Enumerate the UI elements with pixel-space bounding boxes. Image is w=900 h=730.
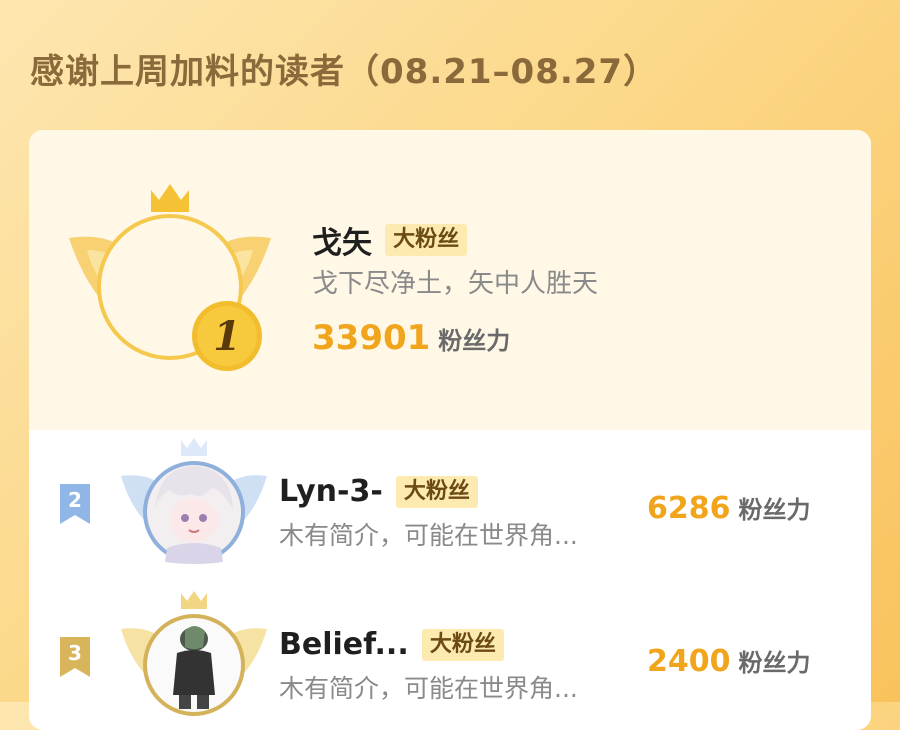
first-place-score-line: 33901 粉丝力: [312, 318, 510, 358]
ranking-row-2[interactable]: 2 Lyn-3- 大粉丝 木有简介，可能在世界角... 6286 粉丝力: [29, 432, 871, 582]
first-place-name-line: 戈矢 大粉丝: [312, 218, 468, 262]
rank-2-score-unit: 粉丝力: [738, 496, 811, 524]
first-place-name[interactable]: 戈矢: [312, 226, 372, 261]
rank-3-score-line: 2400 粉丝力: [647, 643, 811, 679]
first-place-badge: 大粉丝: [385, 224, 468, 256]
rank-3-name[interactable]: Belief...: [279, 627, 409, 662]
page-title: 感谢上周加料的读者（08.21–08.27）: [30, 52, 659, 92]
rank-3-badge: 大粉丝: [421, 628, 504, 661]
rank-3-score-unit: 粉丝力: [738, 649, 811, 677]
rank-2-score: 6286: [647, 491, 731, 526]
rank-2-name-line: Lyn-3- 大粉丝: [279, 474, 478, 509]
rank-3-number: 3: [68, 641, 82, 665]
first-place-signature: 戈下尽净土，矢中人胜天: [312, 269, 599, 299]
first-place-avatar-frame[interactable]: 1: [67, 180, 277, 380]
ranking-row-3[interactable]: 3 Belief... 大粉丝 木有简介，可能在世界角... 2400 粉丝力: [29, 585, 871, 730]
rank-3-avatar-wrap[interactable]: [119, 591, 269, 730]
crown-icon: [181, 438, 207, 456]
first-place-score: 33901: [312, 318, 431, 358]
rank-1-number: 1: [213, 313, 241, 360]
rank-2-avatar-wrap[interactable]: [119, 438, 269, 578]
rank-2-ribbon: 2: [60, 484, 90, 524]
rank-2-signature: 木有简介，可能在世界角...: [279, 521, 578, 550]
rank-3-score: 2400: [647, 644, 731, 679]
first-place-score-unit: 粉丝力: [438, 327, 511, 355]
rank-3-name-line: Belief... 大粉丝: [279, 627, 504, 662]
rank-3-signature: 木有简介，可能在世界角...: [279, 674, 578, 703]
ranking-card: 1 戈矢 大粉丝 戈下尽净土，矢中人胜天 33901 粉丝力 2 Lyn-3- …: [29, 130, 871, 730]
rank-3-ribbon: 3: [60, 637, 90, 677]
crown-icon: [181, 591, 207, 609]
rank-2-name[interactable]: Lyn-3-: [279, 474, 383, 509]
first-place-section[interactable]: 1 戈矢 大粉丝 戈下尽净土，矢中人胜天 33901 粉丝力: [29, 130, 871, 430]
rank-2-badge: 大粉丝: [395, 475, 478, 508]
crown-icon: [151, 184, 189, 212]
rank-2-number: 2: [68, 488, 82, 512]
rank-2-score-line: 6286 粉丝力: [647, 490, 811, 526]
